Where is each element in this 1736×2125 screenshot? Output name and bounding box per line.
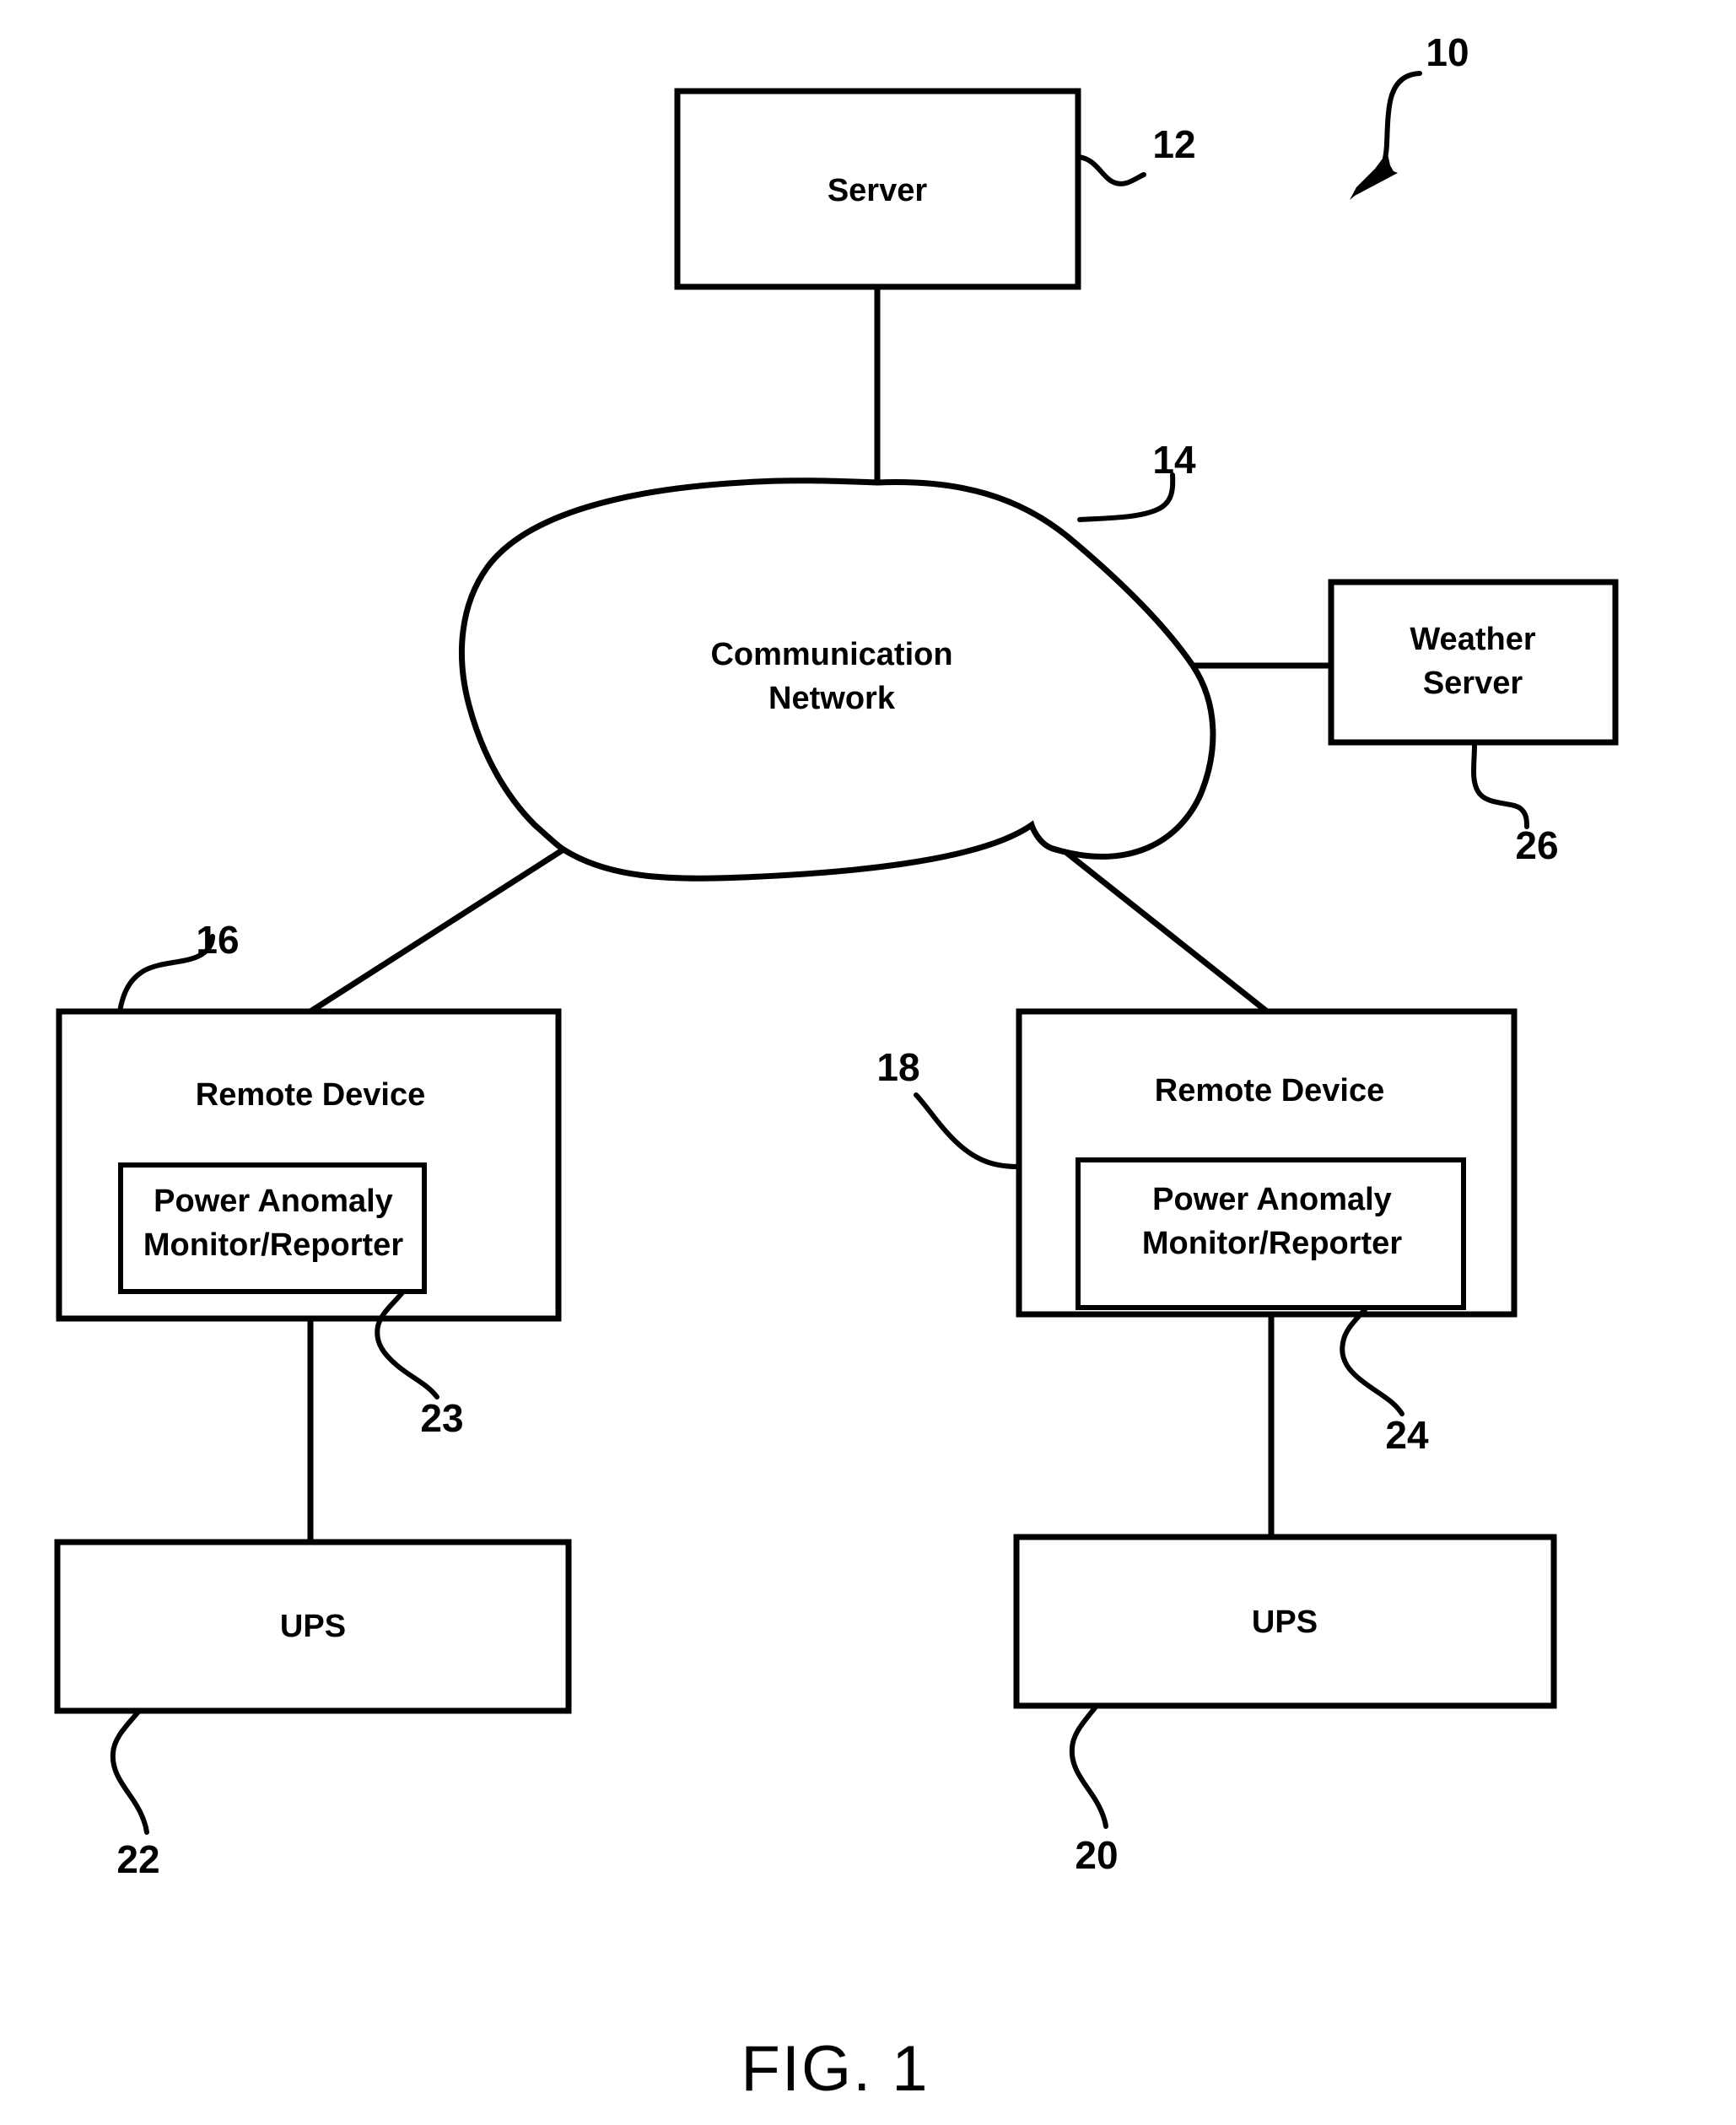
communication-network-node[interactable]: Communication Network: [458, 477, 1216, 882]
leader-line-12: [1076, 154, 1146, 186]
communication-network-label-line2: Network: [768, 681, 896, 716]
power-anomaly-module-right-label-line1: Power Anomaly: [1152, 1182, 1392, 1217]
leader-network-numeral: 14: [1077, 438, 1196, 522]
ref-numeral-20: 20: [1075, 1833, 1118, 1877]
leader-line-24: [1340, 1305, 1404, 1416]
server-label: Server: [828, 173, 928, 208]
patent-figure-1: Server 12 10 Communication Network 14 We…: [0, 0, 1736, 2125]
leader-line-20: [1069, 1703, 1108, 1829]
ref-numeral-18: 18: [876, 1045, 919, 1089]
ref-numeral-23: 23: [420, 1396, 463, 1440]
ref-numeral-16: 16: [196, 918, 239, 962]
ref-numeral-12: 12: [1152, 122, 1195, 166]
system-numeral-callout: 10: [1350, 30, 1469, 200]
leader-power-anomaly-module-right-numeral: 24: [1340, 1305, 1429, 1457]
ref-numeral-26: 26: [1515, 823, 1558, 867]
leader-line-26: [1471, 742, 1529, 829]
ref-numeral-24: 24: [1385, 1413, 1429, 1457]
ref-numeral-10: 10: [1426, 30, 1469, 74]
ref-numeral-22: 22: [116, 1837, 159, 1881]
ups-right-node[interactable]: UPS: [1013, 1534, 1557, 1709]
communication-network-label-line1: Communication: [710, 637, 952, 672]
leader-remote-device-left-numeral: 16: [117, 918, 240, 1014]
leader-weather-server-numeral: 26: [1471, 742, 1559, 867]
remote-device-left-node[interactable]: Remote Device Power Anomaly Monitor/Repo…: [56, 1008, 562, 1322]
ups-left-node[interactable]: UPS: [54, 1539, 572, 1714]
leader-server-numeral: 12: [1076, 122, 1196, 186]
power-anomaly-module-right-label-line2: Monitor/Reporter: [1142, 1226, 1402, 1261]
communication-network-cloud[interactable]: [458, 477, 1216, 882]
figure-caption: FIG. 1: [741, 2033, 929, 2105]
remote-device-left-label: Remote Device: [196, 1077, 425, 1113]
leader-ups-right-numeral: 20: [1069, 1703, 1119, 1877]
leader-line-18: [914, 1092, 1022, 1169]
leader-remote-device-right-numeral: 18: [876, 1045, 1022, 1169]
leader-line-22: [110, 1708, 149, 1835]
remote-device-right-node[interactable]: Remote Device Power Anomaly Monitor/Repo…: [1016, 1008, 1518, 1318]
ups-left-label: UPS: [280, 1609, 346, 1644]
power-anomaly-module-left-label-line1: Power Anomaly: [154, 1184, 393, 1219]
weather-server-label-line2: Server: [1423, 666, 1523, 701]
leader-ups-left-numeral: 22: [110, 1708, 160, 1881]
network-diagram: Server 12 10 Communication Network 14 We…: [54, 30, 1619, 2105]
leader-line-10: [1382, 71, 1422, 164]
weather-server-node[interactable]: Weather Server: [1328, 579, 1619, 746]
remote-device-right-label: Remote Device: [1155, 1073, 1384, 1108]
weather-server-label-line1: Weather: [1410, 622, 1535, 657]
ups-right-label: UPS: [1252, 1605, 1318, 1640]
server-node[interactable]: Server: [674, 88, 1081, 290]
link-network-to-remote-device-left: [309, 847, 565, 1014]
weather-server-box[interactable]: [1328, 579, 1619, 746]
power-anomaly-module-left-label-line2: Monitor/Reporter: [143, 1227, 403, 1263]
ref-numeral-14: 14: [1152, 438, 1196, 482]
arrow-head-10: [1350, 152, 1398, 200]
